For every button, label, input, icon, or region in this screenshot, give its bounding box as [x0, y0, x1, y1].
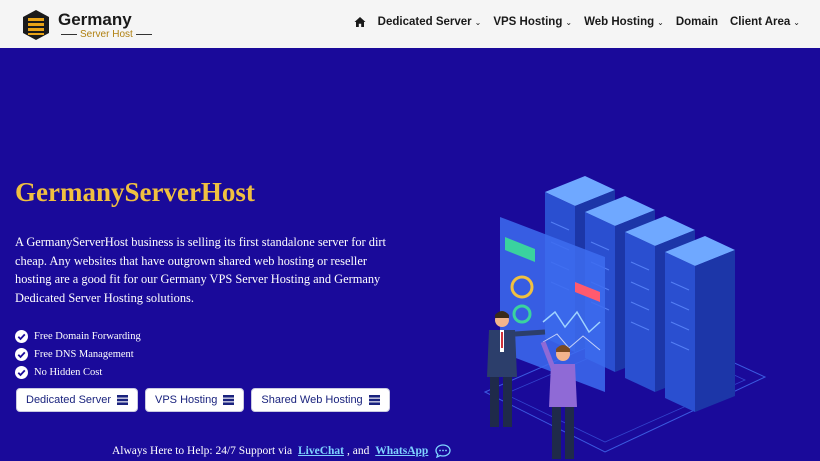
hero-title: GermanyServerHost [15, 177, 255, 207]
feature-item: Free Domain Forwarding [15, 327, 141, 345]
chevron-down-icon: ⌄ [793, 17, 800, 27]
server-illustration [483, 176, 767, 459]
server-icon [117, 395, 128, 405]
cta-buttons: Dedicated Server VPS Hosting Shared Web … [16, 388, 390, 412]
feature-list: Free Domain Forwarding Free DNS Manageme… [15, 327, 141, 381]
dedicated-server-button[interactable]: Dedicated Server [16, 388, 138, 412]
livechat-link[interactable]: LiveChat [298, 445, 344, 457]
chat-icon [435, 444, 451, 458]
nav-dedicated-server[interactable]: Dedicated Server ⌄ [378, 16, 482, 28]
logo[interactable]: Germany Server Host [22, 9, 155, 41]
feature-item: No Hidden Cost [15, 363, 141, 381]
main-nav: Dedicated Server ⌄ VPS Hosting ⌄ Web Hosti… [354, 16, 800, 28]
nav-domain[interactable]: Domain [676, 16, 718, 28]
server-icon [223, 395, 235, 405]
support-line: Always Here to Help: 24/7 Support via Li… [112, 444, 451, 458]
shared-web-hosting-button[interactable]: Shared Web Hosting [251, 388, 390, 412]
whatsapp-link[interactable]: WhatsApp [375, 445, 428, 457]
check-circle-icon [15, 347, 28, 361]
vps-hosting-button[interactable]: VPS Hosting [145, 388, 245, 412]
server-icon [368, 395, 380, 405]
logo-cube-icon [23, 10, 49, 40]
logo-title: Germany [58, 9, 132, 29]
chevron-down-icon: ⌄ [657, 17, 664, 27]
hero-description: A GermanyServerHost business is selling … [15, 235, 386, 305]
nav-web-hosting[interactable]: Web Hosting ⌄ [584, 16, 664, 28]
check-circle-icon [15, 329, 28, 343]
chevron-down-icon: ⌄ [474, 17, 482, 27]
feature-item: Free DNS Management [15, 345, 141, 363]
nav-client-area[interactable]: Client Area ⌄ [730, 16, 800, 28]
logo-subtitle: Server Host [58, 29, 155, 40]
nav-vps-hosting[interactable]: VPS Hosting ⌄ [493, 16, 572, 28]
chevron-down-icon: ⌄ [565, 17, 573, 27]
check-circle-icon [15, 365, 28, 379]
home-icon[interactable] [354, 16, 366, 28]
site-header: Germany Server Host Dedicated Server ⌄ VP… [0, 0, 820, 48]
